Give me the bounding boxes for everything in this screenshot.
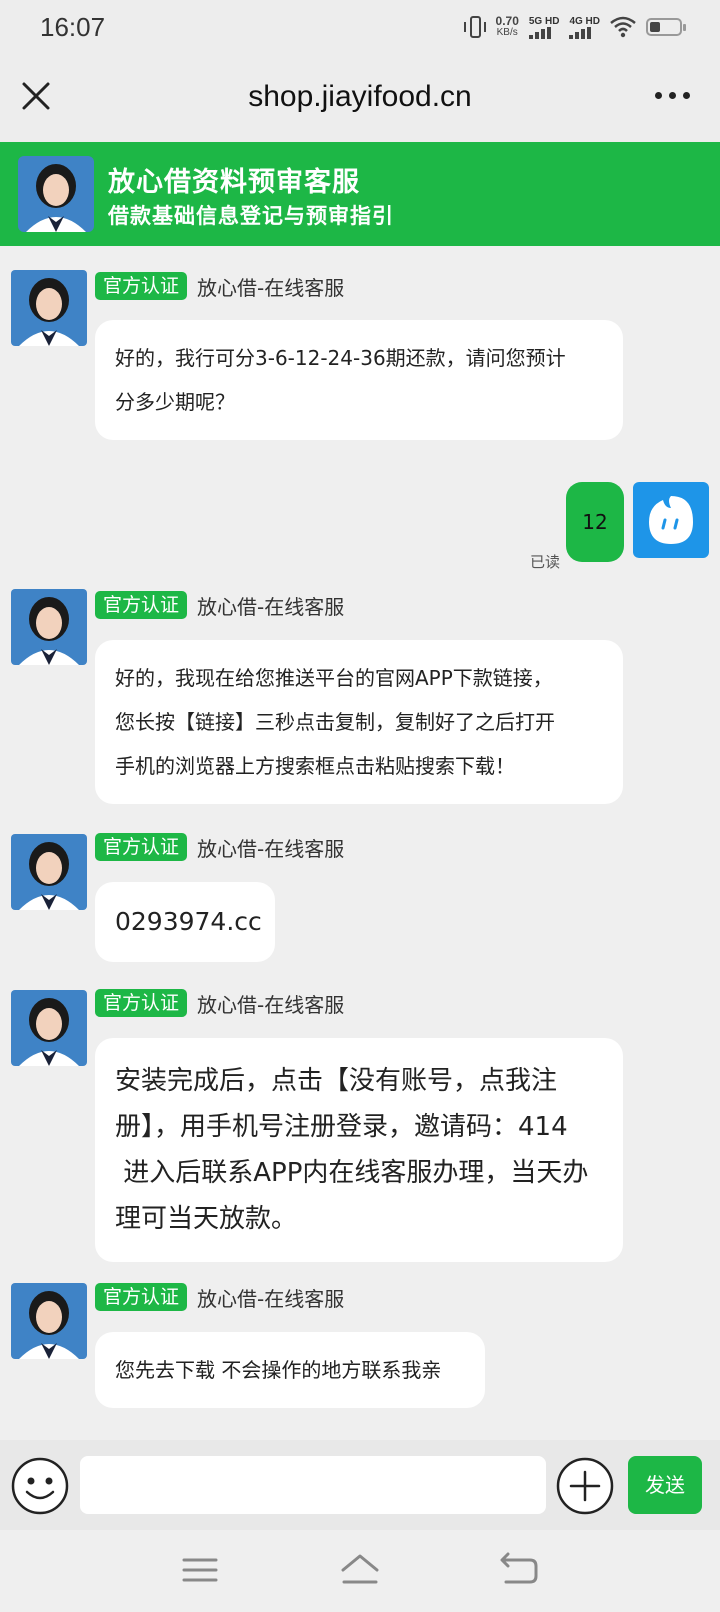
sim2-label: 4G HD	[569, 15, 600, 27]
message-bubble[interactable]: 0293974.cc	[95, 882, 275, 962]
battery-icon	[646, 18, 686, 36]
message-link-text[interactable]: 0293974.cc	[115, 882, 262, 962]
network-speed-value: 0.70	[495, 14, 519, 28]
message-bubble[interactable]: 您先去下载 不会操作的地方联系我亲	[95, 1332, 485, 1408]
wifi-icon	[610, 16, 636, 38]
message-line: 好的，我现在给您推送平台的官网APP下款链接，	[115, 666, 553, 690]
agent-avatar[interactable]	[11, 834, 87, 910]
banner-title: 放心借资料预审客服	[108, 167, 360, 198]
sender-name: 放心借-在线客服	[197, 1286, 345, 1311]
system-nav-bar	[0, 1530, 720, 1612]
agent-avatar[interactable]	[11, 589, 87, 665]
verified-badge: 官方认证	[95, 272, 188, 300]
network-speed: 0.70 KB/s	[496, 15, 519, 39]
verified-badge: 官方认证	[95, 1283, 188, 1311]
back-icon[interactable]	[498, 1550, 542, 1590]
message-header: 官方认证 放心借-在线客服	[95, 988, 344, 1018]
network-speed-unit: KB/s	[496, 27, 518, 38]
message-line: 分多少期呢？	[115, 390, 235, 414]
status-time: 16:07	[40, 12, 106, 42]
sender-name: 放心借-在线客服	[197, 992, 345, 1017]
verified-badge: 官方认证	[95, 591, 188, 619]
message-line: 手机的浏览器上方搜索框点击粘贴搜索下载！	[115, 754, 515, 778]
message-header: 官方认证 放心借-在线客服	[95, 1282, 344, 1312]
agent-avatar[interactable]	[11, 270, 87, 346]
emoji-icon[interactable]	[10, 1456, 70, 1516]
message-header: 官方认证 放心借-在线客服	[95, 590, 344, 620]
message-bubble[interactable]: 好的，我现在给您推送平台的官网APP下款链接， 您长按【链接】三秒点击复制，复制…	[95, 640, 623, 804]
signal-5g-icon: 5G HD	[528, 15, 560, 39]
plus-icon[interactable]	[555, 1456, 615, 1516]
message-line: 您先去下载 不会操作的地方联系我亲	[115, 1358, 442, 1382]
my-avatar[interactable]	[633, 482, 709, 558]
my-message-bubble[interactable]: 12	[566, 482, 624, 562]
message-line: 您长按【链接】三秒点击复制，复制好了之后打开	[115, 710, 555, 734]
message-header: 官方认证 放心借-在线客服	[95, 271, 344, 301]
sender-name: 放心借-在线客服	[197, 594, 345, 619]
read-receipt: 已读	[530, 553, 561, 571]
chat-input-bar: 发送	[0, 1440, 720, 1530]
home-icon[interactable]	[338, 1550, 382, 1590]
message-input[interactable]	[80, 1456, 546, 1514]
agent-avatar[interactable]	[11, 1283, 87, 1359]
menu-icon[interactable]	[178, 1550, 222, 1590]
chat-area[interactable]: 官方认证 放心借-在线客服 好的，我行可分3-6-12-24-36期还款，请问您…	[0, 246, 720, 1440]
send-button[interactable]: 发送	[628, 1456, 702, 1514]
sim1-label: 5G HD	[528, 15, 560, 27]
message-line: 进入后联系APP内在线客服办理，当天办	[115, 1158, 589, 1188]
message-bubble[interactable]: 安装完成后，点击【没有账号，点我注 册】，用手机号注册登录，邀请码：414 进入…	[95, 1038, 623, 1262]
service-banner: 放心借资料预审客服 借款基础信息登记与预审指引	[0, 142, 720, 246]
message-header: 官方认证 放心借-在线客服	[95, 832, 344, 862]
agent-avatar[interactable]	[11, 990, 87, 1066]
status-bar: 16:07 0.70 KB/s 5G HD 4G HD	[0, 0, 720, 54]
page-url-title: shop.jiayifood.cn	[248, 80, 472, 113]
status-icons: 0.70 KB/s 5G HD 4G HD	[463, 14, 686, 40]
browser-title-bar: shop.jiayifood.cn	[0, 54, 720, 142]
sender-name: 放心借-在线客服	[197, 836, 345, 861]
message-line: 册】，用手机号注册登录，邀请码：414	[115, 1112, 568, 1142]
message-line: 好的，我行可分3-6-12-24-36期还款，请问您预计	[115, 346, 566, 370]
message-line: 理可当天放款。	[115, 1204, 298, 1234]
sender-name: 放心借-在线客服	[197, 275, 345, 300]
vibrate-icon	[463, 15, 486, 39]
more-options-icon[interactable]	[655, 92, 690, 99]
signal-4g-icon: 4G HD	[569, 16, 600, 39]
verified-badge: 官方认证	[95, 833, 188, 861]
banner-subtitle: 借款基础信息登记与预审指引	[108, 204, 394, 228]
service-avatar	[18, 156, 94, 232]
message-bubble[interactable]: 好的，我行可分3-6-12-24-36期还款，请问您预计 分多少期呢？	[95, 320, 623, 440]
message-line: 安装完成后，点击【没有账号，点我注	[115, 1066, 558, 1096]
verified-badge: 官方认证	[95, 989, 188, 1017]
